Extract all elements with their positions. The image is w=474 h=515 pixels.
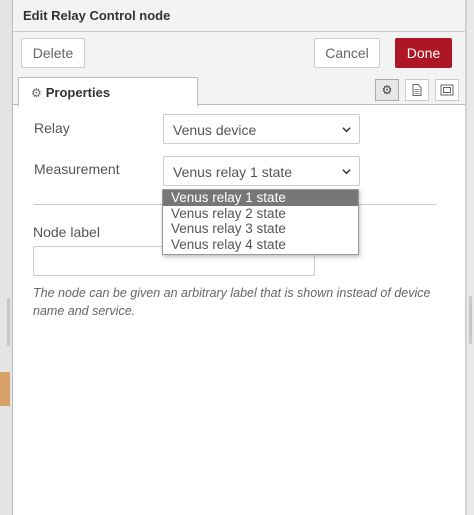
left-canvas-edge [0,0,12,515]
frame-icon [440,84,454,96]
left-resize-grip[interactable] [7,298,10,346]
help-text: The node can be given an arbitrary label… [33,286,431,318]
dropdown-option[interactable]: Venus relay 2 state [163,206,358,222]
relay-label: Relay [34,120,70,136]
cancel-button[interactable]: Cancel [314,38,380,68]
measurement-select-value: Venus relay 1 state [173,164,293,180]
delete-button[interactable]: Delete [21,38,85,68]
chevron-down-icon [342,169,351,175]
document-icon [412,84,422,96]
relay-select[interactable]: Venus device [163,114,360,144]
gear-icon: ⚙ [381,83,393,97]
done-button[interactable]: Done [395,38,452,68]
canvas-node-fragment [0,372,10,406]
tray-toolbar: Delete Cancel Done [13,32,465,72]
appearance-tab-button[interactable] [435,79,459,101]
dropdown-option[interactable]: Venus relay 3 state [163,221,358,237]
relay-select-value: Venus device [173,122,257,138]
measurement-dropdown-list: Venus relay 1 state Venus relay 2 state … [162,189,359,255]
chevron-down-icon [342,127,351,133]
dropdown-option[interactable]: Venus relay 1 state [163,190,358,206]
tray-title: Edit Relay Control node [13,0,465,32]
gear-icon: ⚙ [31,86,42,100]
right-resize-grip[interactable] [469,296,472,344]
tab-properties[interactable]: ⚙ Properties [18,77,198,106]
node-label-label: Node label [33,224,100,240]
properties-tab-button[interactable]: ⚙ [375,79,399,101]
measurement-label: Measurement [34,161,120,177]
dropdown-option[interactable]: Venus relay 4 state [163,237,358,253]
tab-properties-label: Properties [45,85,111,100]
right-scroll-edge [466,0,474,515]
measurement-select[interactable]: Venus relay 1 state [163,156,360,186]
tab-bar: ⚙ Properties ⚙ [13,72,465,106]
description-tab-button[interactable] [405,79,429,101]
